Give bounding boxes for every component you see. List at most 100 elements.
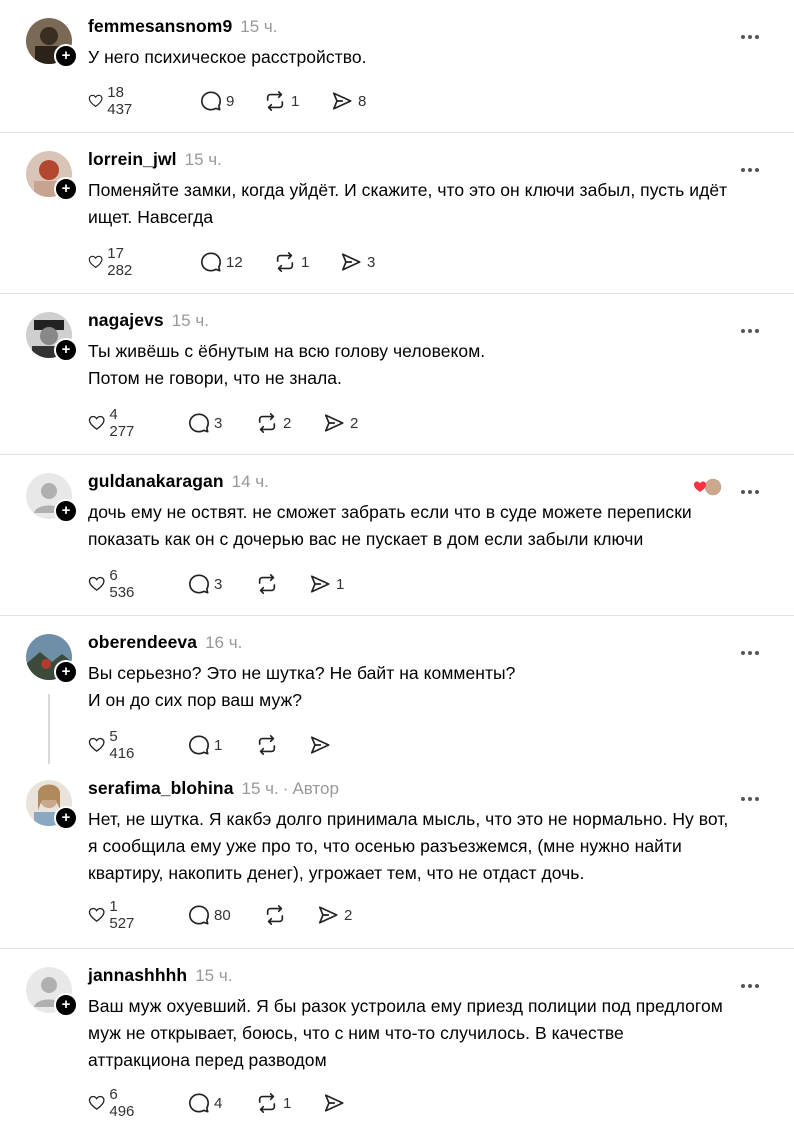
- reply-count: 12: [226, 253, 243, 271]
- post-time: 16 ч.: [205, 633, 243, 652]
- like-count: 6 536: [109, 567, 135, 601]
- share-button[interactable]: 2: [316, 904, 352, 926]
- share-button[interactable]: 2: [322, 412, 358, 434]
- more-icon[interactable]: [741, 159, 762, 177]
- follow-plus-icon[interactable]: +: [54, 993, 78, 1017]
- repost-button[interactable]: 1: [255, 1092, 291, 1114]
- username[interactable]: nagajevs: [88, 310, 164, 330]
- reply-button[interactable]: 3: [188, 412, 222, 434]
- like-count: 4 277: [109, 406, 135, 440]
- post-lorrein_jwl: + lorrein_jwl 15 ч. Поменяйте замки, когд…: [0, 133, 794, 293]
- share-icon: [324, 414, 344, 432]
- repost-button[interactable]: 1: [263, 90, 299, 112]
- username[interactable]: oberendeeva: [88, 632, 197, 652]
- follow-plus-icon[interactable]: +: [54, 177, 78, 201]
- follow-plus-icon[interactable]: +: [54, 806, 78, 830]
- like-button[interactable]: 5 416: [88, 728, 139, 762]
- heart-icon: [88, 1095, 105, 1110]
- post-text-line: Ты живёшь с ёбнутым на всю голову челове…: [88, 341, 486, 361]
- more-icon[interactable]: [741, 481, 762, 499]
- like-count: 5 416: [109, 728, 135, 762]
- post-text: Нет, не шутка. Я какбэ долго принимала м…: [88, 806, 778, 887]
- share-button[interactable]: 8: [330, 90, 366, 112]
- share-count: 2: [350, 414, 359, 432]
- repost-icon: [266, 91, 284, 111]
- repost-count: 1: [291, 92, 300, 110]
- like-button[interactable]: 1 527: [88, 898, 139, 932]
- like-button[interactable]: 18 437: [88, 84, 139, 118]
- post-time: 15 ч.: [240, 17, 278, 36]
- username[interactable]: femmesansnom9: [88, 16, 232, 36]
- more-icon[interactable]: [741, 26, 762, 44]
- heart-icon: [88, 907, 105, 922]
- reply-button[interactable]: 12: [200, 251, 243, 273]
- username[interactable]: lorrein_jwl: [88, 149, 177, 169]
- comment-icon: [201, 91, 221, 111]
- follow-plus-icon[interactable]: +: [54, 44, 78, 68]
- more-icon[interactable]: [741, 975, 762, 993]
- post-text: Поменяйте замки, когда уйдёт. И скажите,…: [88, 177, 778, 231]
- post-text-line: Поменяйте замки, когда уйдёт. И скажите,…: [88, 180, 728, 200]
- post-femmesansnom9: + femmesansnom9 15 ч. У него психическое …: [0, 0, 794, 132]
- follow-plus-icon[interactable]: +: [54, 660, 78, 684]
- post-text-line: Потом не говори, что не знала.: [88, 368, 342, 388]
- follow-plus-icon[interactable]: +: [54, 499, 78, 523]
- repost-button[interactable]: 1: [273, 251, 309, 273]
- post-text-line: Нет, не шутка. Я какбэ долго принимала м…: [88, 809, 729, 829]
- repost-icon: [276, 252, 294, 272]
- heart-icon: [88, 94, 103, 108]
- like-button[interactable]: 17 282: [88, 245, 139, 279]
- like-count: 1 527: [109, 898, 135, 932]
- like-button[interactable]: 4 277: [88, 406, 139, 440]
- more-icon[interactable]: [741, 642, 762, 660]
- reply-button[interactable]: 3: [188, 573, 222, 595]
- reply-button[interactable]: 1: [188, 734, 222, 756]
- post-text-line: И он до сих пор ваш муж?: [88, 690, 302, 710]
- username[interactable]: serafima_blohina: [88, 778, 234, 798]
- author-label: Автор: [292, 779, 339, 798]
- post-text: Вы серьезно? Это не шутка? Не байт на ко…: [88, 660, 778, 714]
- post-text: дочь ему не оствят. не сможет забрать ес…: [88, 499, 778, 553]
- reply-button[interactable]: 80: [188, 904, 231, 926]
- reply-count: 9: [226, 92, 235, 110]
- more-icon[interactable]: [741, 788, 762, 806]
- share-button[interactable]: 1: [308, 573, 344, 595]
- repost-button[interactable]: 2: [255, 412, 291, 434]
- heart-icon: [88, 576, 105, 591]
- post-time: 15 ч.: [241, 779, 279, 798]
- post-time: 14 ч.: [231, 472, 269, 491]
- comment-icon: [189, 735, 209, 755]
- like-count: 17 282: [107, 245, 133, 279]
- separator-dot: ·: [282, 779, 289, 798]
- post-text-line: ищет. Навсегда: [88, 207, 214, 227]
- share-button[interactable]: [322, 1092, 350, 1114]
- more-icon[interactable]: [741, 320, 762, 338]
- repost-icon: [258, 735, 276, 755]
- post-text-line: Ваш муж охуевший. Я бы разок устроила ем…: [88, 996, 723, 1016]
- post-guldanakaragan: + guldanakaragan 14 ч. дочь ему не оствят…: [0, 455, 794, 615]
- reply-button[interactable]: 9: [200, 90, 234, 112]
- comment-icon: [189, 1093, 209, 1113]
- follow-plus-icon[interactable]: +: [54, 338, 78, 362]
- share-icon: [332, 92, 352, 110]
- repost-count: 2: [283, 414, 292, 432]
- comment-icon: [189, 413, 209, 433]
- username[interactable]: guldanakaragan: [88, 471, 224, 491]
- share-button[interactable]: [308, 734, 336, 756]
- reply-button[interactable]: 4: [188, 1092, 222, 1114]
- like-button[interactable]: 6 496: [88, 1086, 139, 1120]
- heart-icon: [88, 415, 105, 430]
- repost-button[interactable]: [263, 904, 291, 926]
- repost-button[interactable]: [255, 573, 283, 595]
- share-icon: [310, 575, 330, 593]
- like-button[interactable]: 6 536: [88, 567, 139, 601]
- like-count: 6 496: [109, 1086, 135, 1120]
- post-text-line: аттракциона перед разводом: [88, 1050, 327, 1070]
- repost-icon: [258, 413, 276, 433]
- comment-icon: [189, 574, 209, 594]
- repost-button[interactable]: [255, 734, 283, 756]
- heart-icon: [88, 255, 103, 269]
- reply-count: 3: [214, 575, 223, 593]
- username[interactable]: jannashhhh: [88, 965, 187, 985]
- share-button[interactable]: 3: [339, 251, 375, 273]
